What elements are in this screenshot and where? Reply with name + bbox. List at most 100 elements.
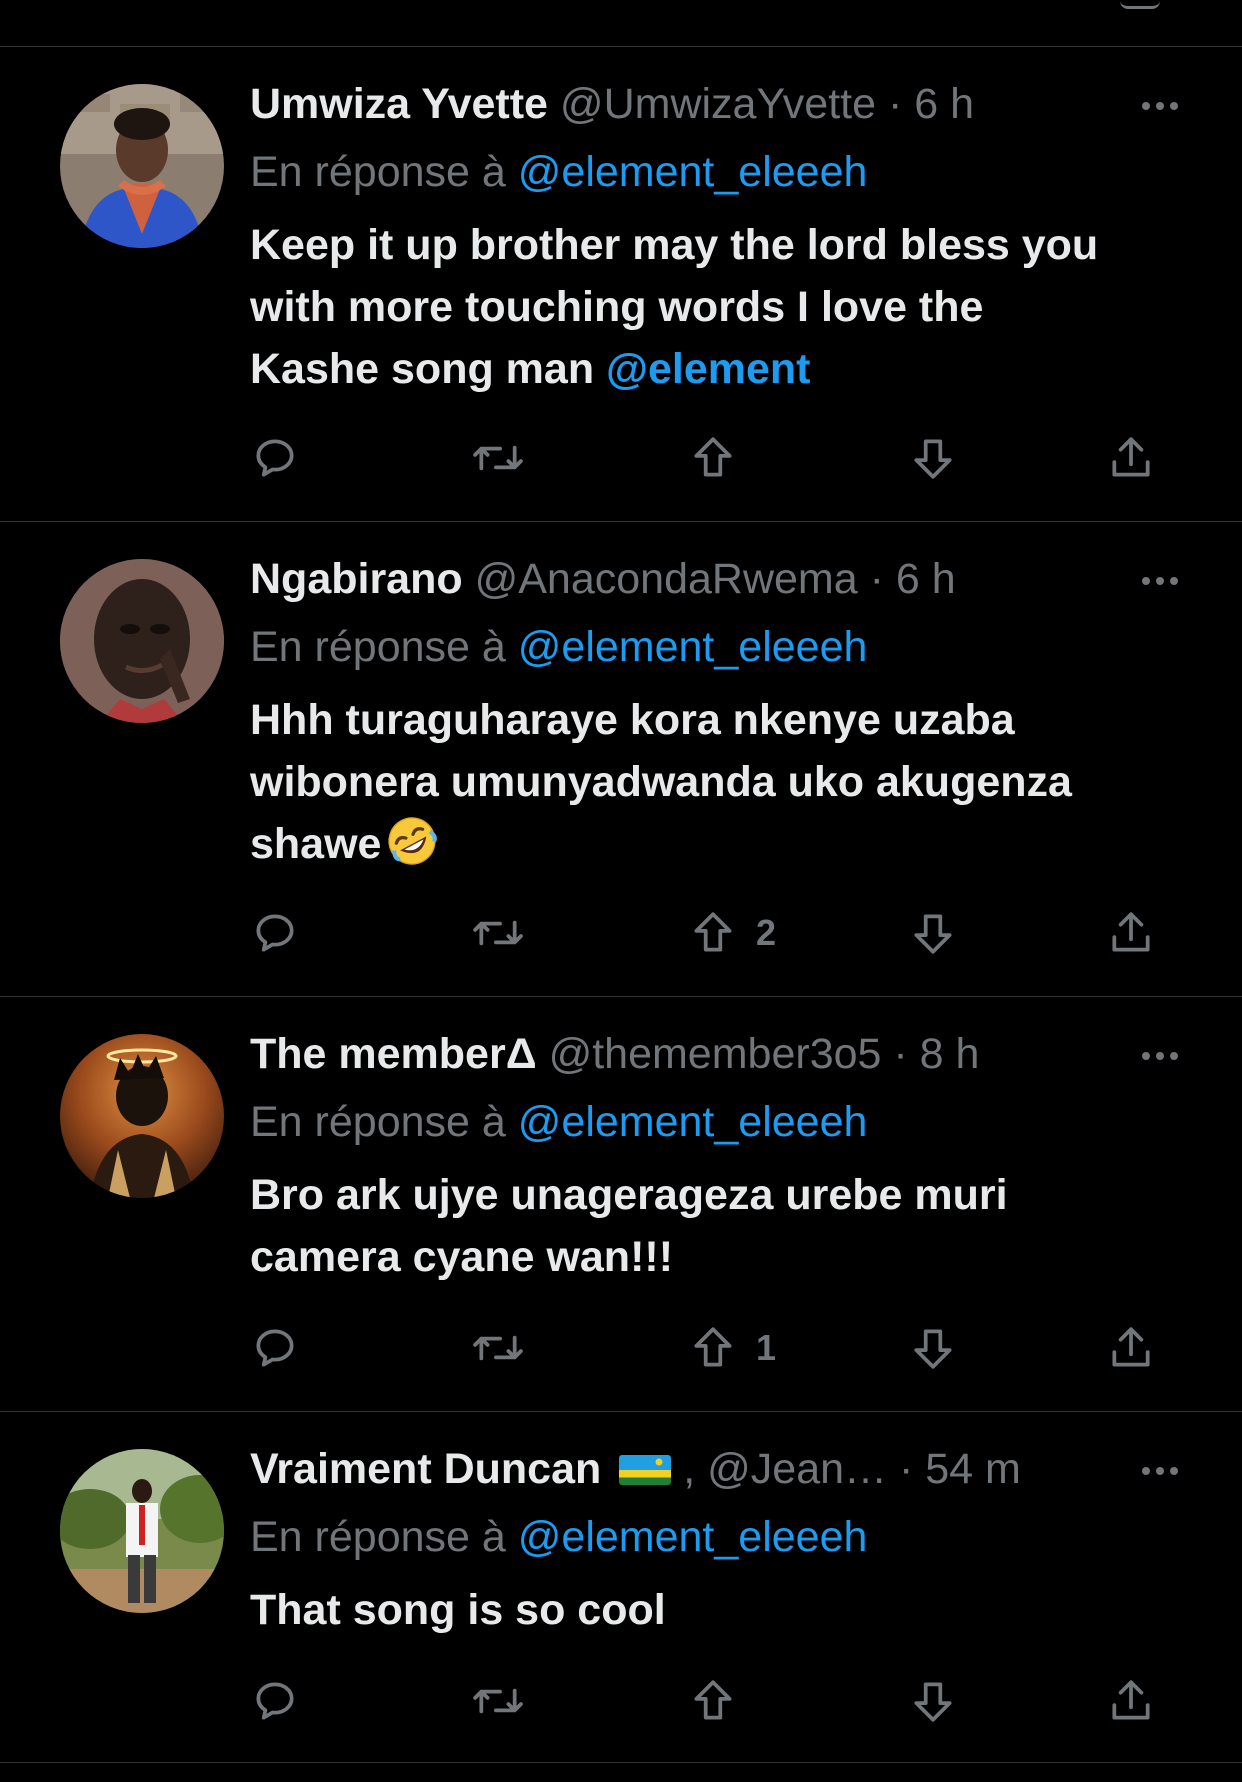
share-button[interactable] xyxy=(1106,428,1156,488)
downvote-button[interactable] xyxy=(910,428,956,488)
tweet-text-line: Hhh turaguharaye kora nkenye uzaba xyxy=(250,696,1015,744)
tweet-text-line: Keep it up brother may the lord bless yo… xyxy=(250,221,1099,269)
replying-to: En réponse à @element_eleeeh xyxy=(250,1509,1190,1565)
reply-button[interactable] xyxy=(250,1671,300,1731)
upvote-button[interactable]: 2 xyxy=(690,903,776,963)
replying-to: En réponse à @element_eleeeh xyxy=(250,1094,1190,1150)
tweet-content: Umwiza Yvette @UmwizaYvette · 6 h En rép… xyxy=(250,76,1190,400)
arrow-down-icon xyxy=(914,1329,952,1369)
share-button[interactable] xyxy=(1106,1671,1156,1731)
speech-bubble-icon xyxy=(256,914,294,952)
name-suffix: , xyxy=(683,1445,696,1493)
avatar-photo-icon xyxy=(60,84,224,248)
share-icon xyxy=(1112,1327,1150,1367)
share-button[interactable] xyxy=(1106,1318,1156,1378)
arrow-up-icon xyxy=(694,1327,732,1367)
separator-dot: · xyxy=(893,1030,908,1078)
reply-button[interactable] xyxy=(250,903,300,963)
tweet-actions: 1 xyxy=(250,1318,1170,1378)
avatar[interactable] xyxy=(60,559,224,723)
downvote-button[interactable] xyxy=(910,1318,956,1378)
avatar[interactable] xyxy=(60,1034,224,1198)
tweet-text: Bro ark ujye unagerageza urebe muri came… xyxy=(250,1164,1190,1288)
upvote-count: 2 xyxy=(756,912,777,953)
share-icon xyxy=(1112,912,1150,952)
reply-mention-link[interactable]: @element_eleeeh xyxy=(518,1098,868,1146)
downvote-button[interactable] xyxy=(910,1671,956,1731)
retweet-button[interactable] xyxy=(470,1318,526,1378)
separator-dot: · xyxy=(887,80,903,128)
divider xyxy=(0,1762,1242,1763)
timestamp[interactable]: 6 h xyxy=(914,80,974,128)
share-icon xyxy=(1112,1680,1150,1720)
reply-tweet[interactable]: The memberΔ @themember3o5 · 8 h En répon… xyxy=(0,996,1242,1411)
tweet-actions xyxy=(250,428,1170,488)
timestamp[interactable]: 8 h xyxy=(920,1030,980,1078)
arrow-up-icon xyxy=(694,1680,732,1720)
tweet-text-segment: Kashe song man xyxy=(250,345,607,393)
handle[interactable]: @UmwizaYvette xyxy=(560,80,876,128)
upvote-button[interactable]: 1 xyxy=(690,1318,776,1378)
tweet-text-line: camera cyane wan!!! xyxy=(250,1233,674,1281)
retweet-button[interactable] xyxy=(470,428,526,488)
reply-mention-link[interactable]: @element_eleeeh xyxy=(518,1513,868,1561)
upvote-button[interactable] xyxy=(690,428,756,488)
tweet-text-line: shawe xyxy=(250,813,1190,875)
handle[interactable]: @AnacondaRwema xyxy=(475,555,858,603)
retweet-icon xyxy=(473,445,523,471)
reply-tweet[interactable]: Ngabirano @AnacondaRwema · 6 h En répons… xyxy=(0,521,1242,996)
retweet-button[interactable] xyxy=(470,1671,526,1731)
reply-tweet[interactable]: Vraiment Duncan , @Jean… · 54 m En répon… xyxy=(0,1411,1242,1763)
display-name[interactable]: The memberΔ xyxy=(250,1030,537,1078)
avatar-photo-icon xyxy=(60,559,224,723)
reply-mention-link[interactable]: @element_eleeeh xyxy=(518,623,868,671)
separator-dot: · xyxy=(869,555,884,603)
tweet-text: Hhh turaguharaye kora nkenye uzaba wibon… xyxy=(250,689,1190,875)
tweet-content: Ngabirano @AnacondaRwema · 6 h En répons… xyxy=(250,551,1190,875)
tweet-header: Umwiza Yvette @UmwizaYvette · 6 h xyxy=(250,76,1190,132)
rwanda-flag-icon xyxy=(619,1455,672,1485)
downvote-button[interactable] xyxy=(910,903,956,963)
speech-bubble-icon xyxy=(256,1682,294,1720)
display-name[interactable]: Umwiza Yvette xyxy=(250,80,548,128)
reply-button[interactable] xyxy=(250,1318,300,1378)
replying-to: En réponse à @element_eleeeh xyxy=(250,144,1190,200)
upvote-button[interactable] xyxy=(690,1671,756,1731)
share-icon-fragment xyxy=(1120,0,1160,9)
tweet-text-line: Kashe song man @element xyxy=(250,338,1190,400)
reply-prefix: En réponse à xyxy=(250,623,506,671)
reply-prefix: En réponse à xyxy=(250,1513,506,1561)
share-button[interactable] xyxy=(1106,903,1156,963)
reply-mention-link[interactable]: @element_eleeeh xyxy=(518,148,868,196)
more-dots-icon[interactable] xyxy=(1130,1459,1190,1483)
arrow-up-icon xyxy=(694,912,732,952)
more-dots-icon[interactable] xyxy=(1130,94,1190,118)
retweet-icon xyxy=(473,1688,523,1714)
more-dots-icon[interactable] xyxy=(1130,569,1190,593)
display-name[interactable]: Vraiment Duncan xyxy=(250,1445,601,1493)
retweet-icon xyxy=(473,1335,523,1361)
tweet-actions: 2 xyxy=(250,903,1170,963)
share-icon xyxy=(1112,437,1150,477)
reply-button[interactable] xyxy=(250,428,300,488)
avatar-photo-icon xyxy=(60,1449,224,1613)
handle[interactable]: @themember3o5 xyxy=(549,1030,882,1078)
avatar-photo-icon xyxy=(60,1034,224,1198)
avatar[interactable] xyxy=(60,84,224,248)
timestamp[interactable]: 6 h xyxy=(896,555,956,603)
tweet-header: Vraiment Duncan , @Jean… · 54 m xyxy=(250,1441,1190,1497)
more-dots-icon[interactable] xyxy=(1130,1044,1190,1068)
retweet-icon xyxy=(473,920,523,946)
mention-link[interactable]: @element xyxy=(606,345,810,393)
avatar[interactable] xyxy=(60,1449,224,1613)
tweet-text-segment: shawe xyxy=(250,820,382,868)
display-name[interactable]: Ngabirano xyxy=(250,555,463,603)
retweet-button[interactable] xyxy=(470,903,526,963)
separator-dot: · xyxy=(898,1445,914,1493)
handle[interactable]: @Jean… xyxy=(707,1445,887,1493)
arrow-down-icon xyxy=(914,914,952,954)
timestamp[interactable]: 54 m xyxy=(925,1445,1021,1493)
tweet-text-line: That song is so cool xyxy=(250,1586,666,1634)
tweet-actions xyxy=(250,1671,1170,1731)
reply-tweet[interactable]: Umwiza Yvette @UmwizaYvette · 6 h En rép… xyxy=(0,46,1242,522)
